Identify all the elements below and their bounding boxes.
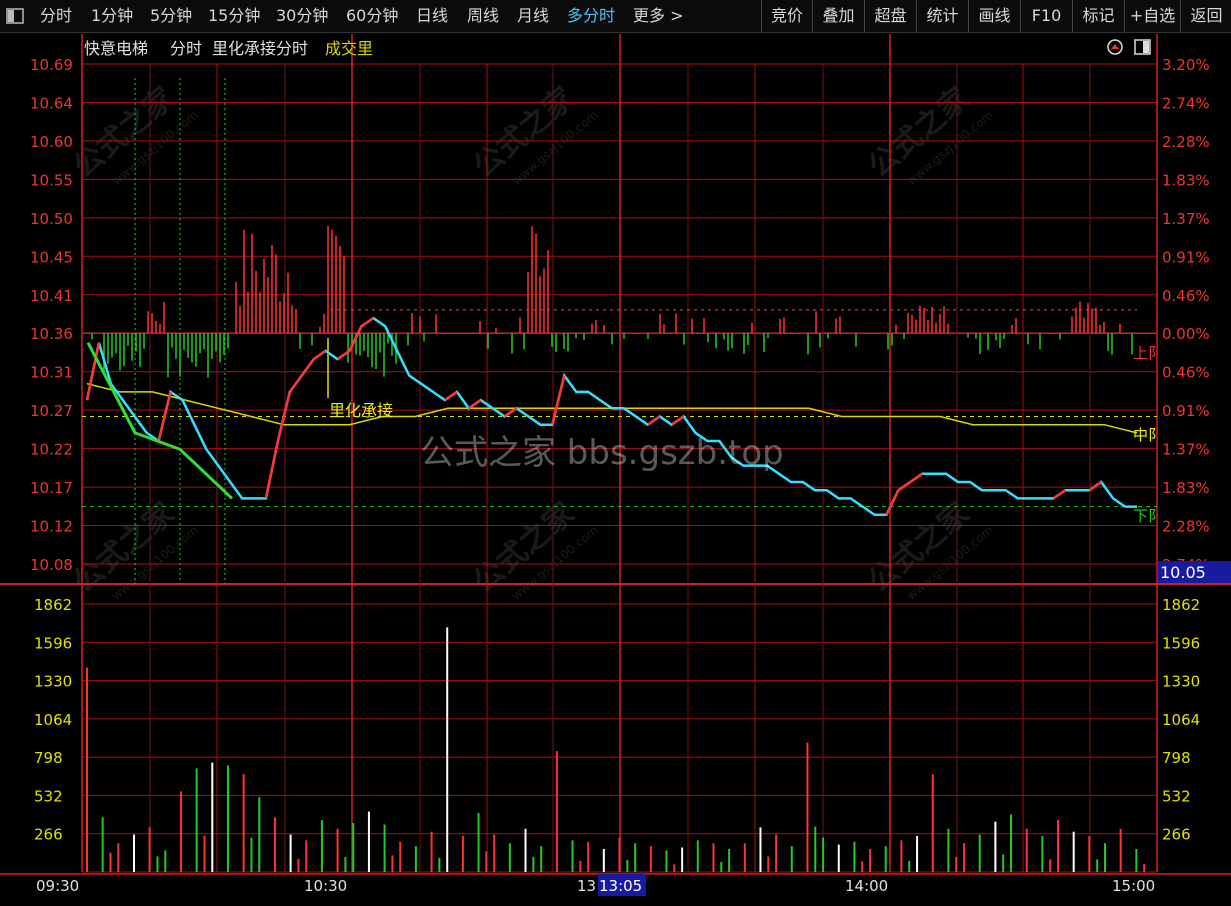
time-tick: 14:00 <box>845 877 888 895</box>
intraday-chart[interactable]: 公式之家www.gszj100.com 公式之家www.gszj100.com 公式… <box>0 0 1231 906</box>
percent-tick: 2.28% <box>1162 133 1210 151</box>
percent-tick: 0.46% <box>1162 364 1210 382</box>
price-tick: 10.50 <box>30 210 73 228</box>
up-arrow-circle-icon[interactable] <box>1107 39 1123 55</box>
rising-segment <box>157 391 172 442</box>
time-tick: 10:30 <box>304 877 347 895</box>
volume-tick-left: 1330 <box>34 673 72 691</box>
price-tick: 10.31 <box>30 364 73 382</box>
cursor-time-partial: 13 <box>577 877 596 895</box>
support-label: 里化承接 <box>329 401 393 420</box>
price-tick: 10.22 <box>30 441 73 459</box>
percent-tick: 2.74% <box>1162 94 1210 112</box>
percent-tick: 0.46% <box>1162 287 1210 305</box>
price-tick: 10.45 <box>30 248 73 266</box>
middle-tag: 中阝 <box>1133 426 1163 444</box>
rising-segment <box>503 407 518 418</box>
rising-segment <box>444 390 458 402</box>
volume-bars <box>86 627 1146 872</box>
rising-segment <box>276 391 292 442</box>
volume-tick-left: 266 <box>34 826 63 844</box>
indicator-name: 里化承接分时 <box>212 39 308 58</box>
watermark-stamp: 公式之家www.gszj100.com <box>67 496 201 603</box>
rising-segment <box>1052 489 1067 500</box>
percent-tick: 0.00% <box>1162 325 1210 343</box>
volume-tick-left: 1862 <box>34 596 72 614</box>
rising-segment <box>264 440 280 499</box>
volume-tick-right: 266 <box>1162 826 1191 844</box>
current-price-badge: 10.05 <box>1160 563 1206 582</box>
volume-tick-left: 532 <box>34 787 63 805</box>
volume-tick-left: 798 <box>34 749 63 767</box>
upper-tag: 上阝 <box>1133 344 1163 362</box>
rising-segment <box>897 481 912 492</box>
indicator-bars <box>91 226 1133 378</box>
price-tick: 10.08 <box>30 556 73 574</box>
time-tick: 15:00 <box>1112 877 1155 895</box>
rising-segment <box>300 358 315 377</box>
percent-tick: 1.37% <box>1162 210 1210 228</box>
rising-segment <box>288 374 303 393</box>
rising-segment <box>647 415 661 426</box>
price-tick: 10.69 <box>30 56 73 74</box>
volume-tick-right: 1330 <box>1162 673 1200 691</box>
price-tick: 10.17 <box>30 479 73 497</box>
percent-tick: 1.83% <box>1162 171 1210 189</box>
percent-tick: 0.91% <box>1162 402 1210 420</box>
price-tick: 10.36 <box>30 325 73 343</box>
percent-tick: 3.20% <box>1162 56 1210 74</box>
stock-name: 快意电梯 <box>84 39 148 58</box>
price-tick: 10.64 <box>30 94 73 112</box>
rising-segment <box>551 375 566 425</box>
volume-tick-left: 1064 <box>34 711 72 729</box>
rising-segment <box>670 415 685 426</box>
time-tick: 09:30 <box>36 877 79 895</box>
rising-segment <box>1088 481 1102 492</box>
rising-segment <box>360 317 375 328</box>
panel-toggle-icon[interactable] <box>1134 39 1151 55</box>
percent-tick: 1.83% <box>1162 479 1210 497</box>
rising-segment <box>909 472 923 484</box>
price-tick: 10.12 <box>30 518 73 536</box>
percent-tick: 0.91% <box>1162 248 1210 266</box>
volume-tick-right: 1064 <box>1162 711 1200 729</box>
volume-tick-right: 532 <box>1162 787 1191 805</box>
rising-segment <box>312 349 327 361</box>
price-tick: 10.55 <box>30 171 73 189</box>
price-tick: 10.60 <box>30 133 73 151</box>
chart-mode: 分时 <box>170 39 202 58</box>
cursor-time: 13:05 <box>599 877 642 895</box>
volume-tick-right: 1862 <box>1162 596 1200 614</box>
volume-tick-left: 1596 <box>34 634 72 652</box>
watermark-stamp: 公式之家www.gszj100.com <box>862 496 996 603</box>
price-tick: 10.41 <box>30 287 73 305</box>
percent-tick: 1.37% <box>1162 441 1210 459</box>
rising-segment <box>885 489 900 516</box>
trend-line <box>86 341 234 500</box>
volume-tick-right: 798 <box>1162 749 1191 767</box>
percent-tick: 2.28% <box>1162 518 1210 536</box>
volume-tick-right: 1596 <box>1162 634 1200 652</box>
price-tick: 10.27 <box>30 402 73 420</box>
rising-segment <box>468 399 482 410</box>
lower-tag: 下阝 <box>1133 507 1163 525</box>
watermark-stamp: 公式之家www.gszj100.com <box>67 81 201 188</box>
volume-label: 成交里 <box>325 39 373 58</box>
watermark-banner: 公式之家 bbs.gszb.top <box>420 433 784 473</box>
watermark-stamp: 公式之家www.gszj100.com <box>862 81 996 188</box>
